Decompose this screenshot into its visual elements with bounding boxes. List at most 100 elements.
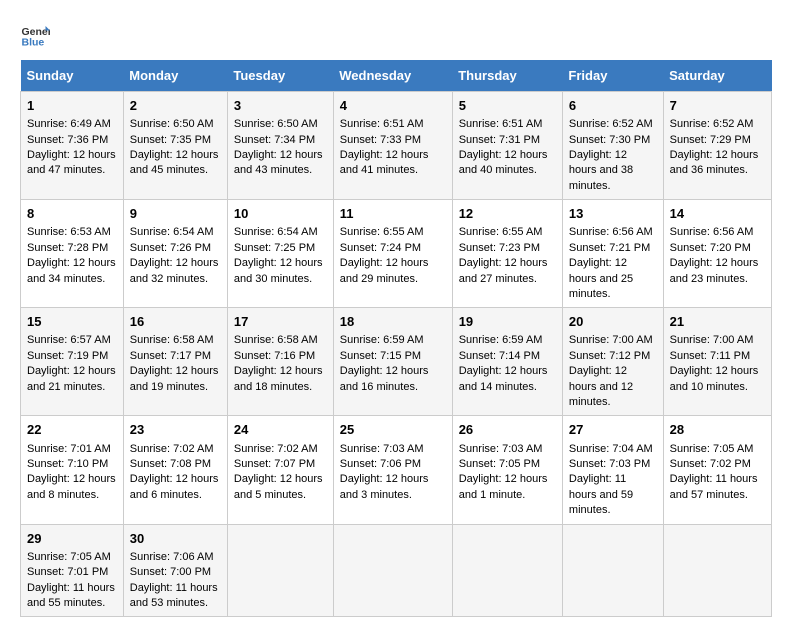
sunrise-text: Sunrise: 6:56 AM <box>569 226 653 238</box>
week-row-3: 15Sunrise: 6:57 AMSunset: 7:19 PMDayligh… <box>21 308 772 416</box>
day-number: 7 <box>670 97 765 115</box>
sunset-text: Sunset: 7:15 PM <box>340 350 421 362</box>
sunrise-text: Sunrise: 7:03 AM <box>340 443 424 455</box>
daylight-text: Daylight: 12 hours and 47 minutes. <box>27 149 116 176</box>
day-number: 20 <box>569 313 657 331</box>
sunrise-text: Sunrise: 6:49 AM <box>27 118 111 130</box>
day-number: 1 <box>27 97 117 115</box>
daylight-text: Daylight: 12 hours and 10 minutes. <box>670 365 759 392</box>
calendar-cell: 20Sunrise: 7:00 AMSunset: 7:12 PMDayligh… <box>562 308 663 416</box>
week-row-1: 1 Sunrise: 6:49 AM Sunset: 7:36 PM Daylight… <box>21 92 772 200</box>
calendar-cell: 5Sunrise: 6:51 AMSunset: 7:31 PMDaylight… <box>452 92 562 200</box>
day-number: 17 <box>234 313 327 331</box>
daylight-text: Daylight: 12 hours and 41 minutes. <box>340 149 429 176</box>
daylight-text: Daylight: 12 hours and 8 minutes. <box>27 473 116 500</box>
header-cell-thursday: Thursday <box>452 60 562 92</box>
sunrise-text: Sunrise: 7:04 AM <box>569 443 653 455</box>
calendar-cell: 8Sunrise: 6:53 AMSunset: 7:28 PMDaylight… <box>21 200 124 308</box>
calendar-cell <box>663 524 771 617</box>
sunset-text: Sunset: 7:05 PM <box>459 458 540 470</box>
calendar-cell <box>333 524 452 617</box>
sunset-text: Sunset: 7:34 PM <box>234 134 315 146</box>
daylight-text: Daylight: 12 hours and 34 minutes. <box>27 257 116 284</box>
daylight-text: Daylight: 12 hours and 5 minutes. <box>234 473 323 500</box>
sunset-text: Sunset: 7:21 PM <box>569 242 650 254</box>
header-row: SundayMondayTuesdayWednesdayThursdayFrid… <box>21 60 772 92</box>
sunset-text: Sunset: 7:20 PM <box>670 242 751 254</box>
day-number: 28 <box>670 421 765 439</box>
sunset-text: Sunset: 7:07 PM <box>234 458 315 470</box>
day-number: 14 <box>670 205 765 223</box>
calendar-cell: 19Sunrise: 6:59 AMSunset: 7:14 PMDayligh… <box>452 308 562 416</box>
logo: General Blue <box>20 20 50 50</box>
sunrise-text: Sunrise: 7:03 AM <box>459 443 543 455</box>
daylight-text: Daylight: 11 hours and 55 minutes. <box>27 582 115 609</box>
sunset-text: Sunset: 7:36 PM <box>27 134 108 146</box>
sunrise-text: Sunrise: 6:58 AM <box>130 334 214 346</box>
day-number: 19 <box>459 313 556 331</box>
sunrise-text: Sunrise: 6:50 AM <box>130 118 214 130</box>
sunrise-text: Sunrise: 6:58 AM <box>234 334 318 346</box>
daylight-text: Daylight: 12 hours and 16 minutes. <box>340 365 429 392</box>
calendar-cell: 15Sunrise: 6:57 AMSunset: 7:19 PMDayligh… <box>21 308 124 416</box>
sunrise-text: Sunrise: 7:02 AM <box>234 443 318 455</box>
daylight-text: Daylight: 12 hours and 21 minutes. <box>27 365 116 392</box>
week-row-4: 22Sunrise: 7:01 AMSunset: 7:10 PMDayligh… <box>21 416 772 524</box>
day-number: 26 <box>459 421 556 439</box>
day-number: 22 <box>27 421 117 439</box>
sunset-text: Sunset: 7:17 PM <box>130 350 211 362</box>
day-number: 3 <box>234 97 327 115</box>
day-number: 30 <box>130 530 221 548</box>
sunrise-text: Sunrise: 6:51 AM <box>340 118 424 130</box>
day-number: 12 <box>459 205 556 223</box>
calendar-cell <box>562 524 663 617</box>
daylight-text: Daylight: 12 hours and 45 minutes. <box>130 149 219 176</box>
calendar-cell: 1 Sunrise: 6:49 AM Sunset: 7:36 PM Daylight… <box>21 92 124 200</box>
sunrise-text: Sunrise: 7:02 AM <box>130 443 214 455</box>
sunset-text: Sunset: 7:26 PM <box>130 242 211 254</box>
calendar-cell: 28Sunrise: 7:05 AMSunset: 7:02 PMDayligh… <box>663 416 771 524</box>
day-number: 6 <box>569 97 657 115</box>
sunset-text: Sunset: 7:00 PM <box>130 566 211 578</box>
sunset-text: Sunset: 7:03 PM <box>569 458 650 470</box>
day-number: 27 <box>569 421 657 439</box>
day-number: 24 <box>234 421 327 439</box>
calendar-cell: 14Sunrise: 6:56 AMSunset: 7:20 PMDayligh… <box>663 200 771 308</box>
daylight-text: Daylight: 12 hours and 30 minutes. <box>234 257 323 284</box>
sunset-text: Sunset: 7:19 PM <box>27 350 108 362</box>
sunset-text: Sunset: 7:25 PM <box>234 242 315 254</box>
calendar-cell: 22Sunrise: 7:01 AMSunset: 7:10 PMDayligh… <box>21 416 124 524</box>
sunrise-text: Sunrise: 6:55 AM <box>340 226 424 238</box>
header-cell-monday: Monday <box>123 60 227 92</box>
daylight-text: Daylight: 12 hours and 36 minutes. <box>670 149 759 176</box>
header-cell-wednesday: Wednesday <box>333 60 452 92</box>
daylight-text: Daylight: 12 hours and 14 minutes. <box>459 365 548 392</box>
calendar-cell <box>227 524 333 617</box>
sunset-text: Sunset: 7:16 PM <box>234 350 315 362</box>
day-number: 2 <box>130 97 221 115</box>
day-number: 21 <box>670 313 765 331</box>
calendar-cell: 6Sunrise: 6:52 AMSunset: 7:30 PMDaylight… <box>562 92 663 200</box>
calendar-cell: 21Sunrise: 7:00 AMSunset: 7:11 PMDayligh… <box>663 308 771 416</box>
sunset-text: Sunset: 7:29 PM <box>670 134 751 146</box>
week-row-2: 8Sunrise: 6:53 AMSunset: 7:28 PMDaylight… <box>21 200 772 308</box>
daylight-text: Daylight: 12 hours and 27 minutes. <box>459 257 548 284</box>
sunset-text: Sunset: 7:06 PM <box>340 458 421 470</box>
daylight-text: Daylight: 12 hours and 43 minutes. <box>234 149 323 176</box>
sunset-text: Sunset: 7:33 PM <box>340 134 421 146</box>
daylight-text: Daylight: 12 hours and 25 minutes. <box>569 257 633 300</box>
calendar-cell: 26Sunrise: 7:03 AMSunset: 7:05 PMDayligh… <box>452 416 562 524</box>
calendar-cell: 27Sunrise: 7:04 AMSunset: 7:03 PMDayligh… <box>562 416 663 524</box>
header-cell-friday: Friday <box>562 60 663 92</box>
day-number: 25 <box>340 421 446 439</box>
svg-text:Blue: Blue <box>22 37 45 49</box>
sunrise-text: Sunrise: 6:51 AM <box>459 118 543 130</box>
calendar-cell: 3Sunrise: 6:50 AMSunset: 7:34 PMDaylight… <box>227 92 333 200</box>
sunset-text: Sunset: 7:35 PM <box>130 134 211 146</box>
daylight-text: Daylight: 11 hours and 57 minutes. <box>670 473 758 500</box>
header-cell-tuesday: Tuesday <box>227 60 333 92</box>
sunset-text: Sunset: 7:12 PM <box>569 350 650 362</box>
sunset-text: Sunset: 7:02 PM <box>670 458 751 470</box>
day-number: 16 <box>130 313 221 331</box>
sunrise-text: Sunrise: 7:00 AM <box>670 334 754 346</box>
